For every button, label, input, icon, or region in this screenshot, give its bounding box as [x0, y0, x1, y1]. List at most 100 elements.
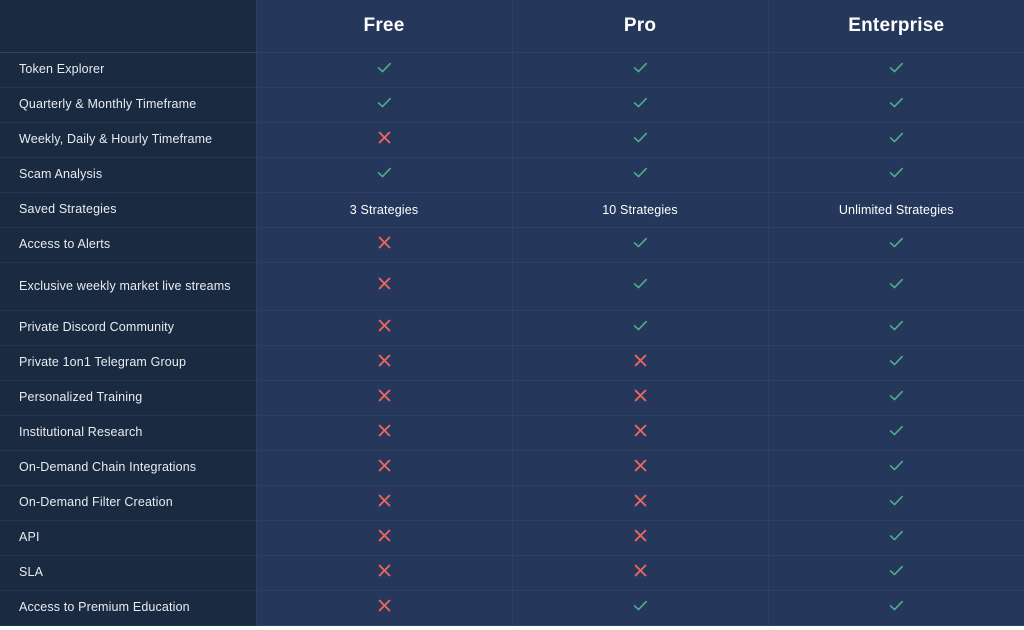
cell-enterprise — [767, 345, 1024, 381]
cell-pro — [511, 450, 768, 486]
cross-icon — [632, 422, 649, 439]
check-icon — [375, 163, 394, 182]
table-body: Token Explorer Quarterly & Monthly Timefr… — [0, 52, 1024, 626]
cell-enterprise — [767, 380, 1024, 416]
cell-text-value: 10 Strategies — [602, 202, 678, 217]
feature-label: Private 1on1 Telegram Group — [0, 345, 256, 381]
table-row: Personalized Training — [0, 380, 1024, 416]
feature-label: On-Demand Chain Integrations — [0, 450, 256, 486]
cell-pro — [511, 345, 768, 381]
cell-free — [255, 520, 512, 556]
cell-free — [255, 262, 512, 311]
check-icon — [887, 58, 906, 77]
feature-label: API — [0, 520, 256, 556]
check-icon — [631, 58, 650, 77]
cell-pro — [511, 590, 768, 626]
cell-pro — [511, 485, 768, 521]
table-row: Institutional Research — [0, 415, 1024, 451]
cell-enterprise — [767, 555, 1024, 591]
cell-text-value: Unlimited Strategies — [838, 202, 954, 217]
cell-free — [255, 345, 512, 381]
cell-pro — [511, 227, 768, 263]
table-row: Access to Alerts — [0, 227, 1024, 263]
table-row: Quarterly & Monthly Timeframe — [0, 87, 1024, 123]
cross-icon — [376, 317, 393, 334]
cross-icon — [632, 562, 649, 579]
cell-free — [255, 52, 512, 88]
cell-free — [255, 555, 512, 591]
cross-icon — [376, 352, 393, 369]
cross-icon — [632, 527, 649, 544]
cell-enterprise — [767, 262, 1024, 311]
feature-label: Token Explorer — [0, 52, 256, 88]
cell-pro — [511, 415, 768, 451]
feature-label: SLA — [0, 555, 256, 591]
cell-text-value: 3 Strategies — [349, 202, 419, 217]
table-row: Scam Analysis — [0, 157, 1024, 193]
plan-header-pro: Pro — [511, 0, 768, 53]
cell-enterprise: Unlimited Strategies — [767, 192, 1024, 228]
cross-icon — [376, 597, 393, 614]
check-icon — [887, 491, 906, 510]
table-header: Free Pro Enterprise — [0, 0, 1024, 53]
feature-column-header — [0, 0, 256, 53]
check-icon — [887, 421, 906, 440]
cell-pro — [511, 555, 768, 591]
plan-comparison-table: Free Pro Enterprise Token Explorer Quarte… — [0, 0, 1024, 626]
feature-label: Institutional Research — [0, 415, 256, 451]
check-icon — [887, 163, 906, 182]
cell-free — [255, 450, 512, 486]
table-row: API — [0, 520, 1024, 556]
cross-icon — [632, 457, 649, 474]
cross-icon — [376, 422, 393, 439]
table-row: Token Explorer — [0, 52, 1024, 88]
check-icon — [887, 274, 906, 293]
check-icon — [631, 128, 650, 147]
cell-free — [255, 122, 512, 158]
table-row: Access to Premium Education — [0, 590, 1024, 626]
cell-enterprise — [767, 485, 1024, 521]
cell-pro — [511, 52, 768, 88]
feature-label: Personalized Training — [0, 380, 256, 416]
check-icon — [631, 316, 650, 335]
cross-icon — [376, 492, 393, 509]
cell-free: 3 Strategies — [255, 192, 512, 228]
check-icon — [887, 561, 906, 580]
table-header-row: Free Pro Enterprise — [0, 0, 1024, 53]
check-icon — [631, 596, 650, 615]
cell-pro — [511, 87, 768, 123]
cell-enterprise — [767, 122, 1024, 158]
cell-enterprise — [767, 310, 1024, 346]
table-row: Weekly, Daily & Hourly Timeframe — [0, 122, 1024, 158]
table-row: Saved Strategies 3 Strategies 10 Strategie… — [0, 192, 1024, 228]
cross-icon — [376, 129, 393, 146]
table-row: Exclusive weekly market live streams — [0, 262, 1024, 311]
cell-free — [255, 310, 512, 346]
feature-label: On-Demand Filter Creation — [0, 485, 256, 521]
feature-label: Access to Alerts — [0, 227, 256, 263]
check-icon — [631, 163, 650, 182]
table-row: Private Discord Community — [0, 310, 1024, 346]
cell-pro — [511, 310, 768, 346]
cross-icon — [376, 387, 393, 404]
feature-label: Scam Analysis — [0, 157, 256, 193]
cell-free — [255, 227, 512, 263]
cell-pro — [511, 520, 768, 556]
feature-label: Quarterly & Monthly Timeframe — [0, 87, 256, 123]
check-icon — [887, 233, 906, 252]
plan-header-enterprise: Enterprise — [767, 0, 1024, 53]
check-icon — [375, 93, 394, 112]
check-icon — [887, 351, 906, 370]
cell-pro — [511, 380, 768, 416]
cross-icon — [376, 275, 393, 292]
cell-pro — [511, 262, 768, 311]
table-row: Private 1on1 Telegram Group — [0, 345, 1024, 381]
cell-pro — [511, 157, 768, 193]
cell-enterprise — [767, 590, 1024, 626]
cross-icon — [376, 234, 393, 251]
check-icon — [887, 316, 906, 335]
cell-enterprise — [767, 87, 1024, 123]
feature-label: Weekly, Daily & Hourly Timeframe — [0, 122, 256, 158]
feature-label: Exclusive weekly market live streams — [0, 262, 256, 311]
table-row: SLA — [0, 555, 1024, 591]
